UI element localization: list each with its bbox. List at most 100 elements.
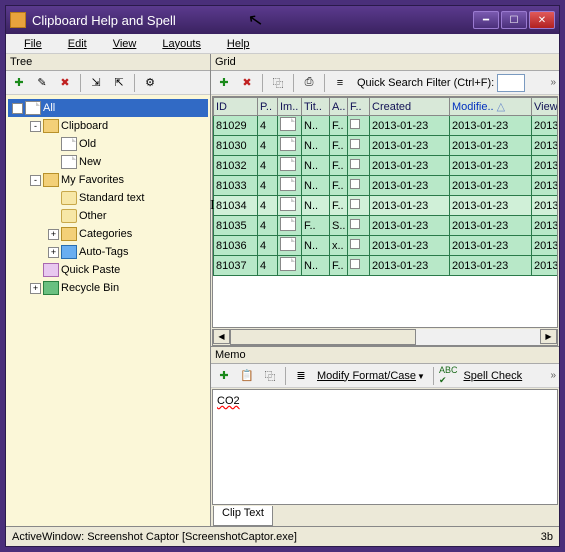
menu-file[interactable]: File	[12, 36, 54, 52]
cell[interactable]: F..	[302, 216, 330, 236]
cell[interactable]: 2013	[532, 156, 559, 176]
tree-gear-icon[interactable]: ⚙	[140, 73, 160, 93]
quick-search-input[interactable]	[497, 74, 525, 92]
grid-copy-icon[interactable]: ⿻	[268, 73, 288, 93]
grid-table[interactable]: IDP..Im..Tit..A..F..CreatedModifie.. △Vi…	[212, 96, 558, 328]
cell[interactable]: 2013-01-23	[370, 116, 450, 136]
cell[interactable]: N..	[302, 116, 330, 136]
cell[interactable]	[278, 216, 302, 236]
cell[interactable]: 4	[258, 216, 278, 236]
tree-item[interactable]: +Auto-Tags	[8, 243, 208, 261]
toolbar-overflow-icon[interactable]: »	[550, 77, 556, 88]
cell[interactable]: N..	[302, 196, 330, 216]
cell[interactable]: 2013-01-23	[450, 156, 532, 176]
cell[interactable]	[348, 236, 370, 256]
tree-item[interactable]: Standard text	[8, 189, 208, 207]
titlebar[interactable]: Clipboard Help and Spell ━ ☐ ✕	[6, 6, 559, 34]
cell[interactable]: F..	[330, 176, 348, 196]
cell[interactable]: 4	[258, 136, 278, 156]
table-row[interactable]: 810364N..x..2013-01-232013-01-232013	[214, 236, 559, 256]
checkbox[interactable]	[350, 159, 360, 169]
tree-expand-toggle[interactable]: +	[48, 247, 59, 258]
cell[interactable]: x..	[330, 236, 348, 256]
tree-expand-icon[interactable]: ⇲	[86, 73, 106, 93]
tree-item[interactable]: -All	[8, 99, 208, 117]
cell[interactable]: 2013-01-23	[370, 176, 450, 196]
checkbox[interactable]	[350, 139, 360, 149]
cell[interactable]: 81032	[214, 156, 258, 176]
tree-edit-icon[interactable]: ✎	[32, 73, 52, 93]
table-row[interactable]: 810344N..F..2013-01-232013-01-232013	[214, 196, 559, 216]
cell[interactable]: 81037	[214, 256, 258, 276]
col-header[interactable]: ID	[214, 98, 258, 116]
cell[interactable]	[278, 236, 302, 256]
tree-expand-toggle[interactable]: -	[30, 175, 41, 186]
cell[interactable]: F..	[330, 156, 348, 176]
cell[interactable]: 4	[258, 256, 278, 276]
cell[interactable]	[348, 136, 370, 156]
tree-expand-toggle[interactable]: +	[30, 283, 41, 294]
cell[interactable]	[348, 156, 370, 176]
col-header[interactable]: Created	[370, 98, 450, 116]
cell[interactable]: N..	[302, 176, 330, 196]
close-button[interactable]: ✕	[529, 11, 555, 29]
cell[interactable]: N..	[302, 156, 330, 176]
col-header[interactable]: F..	[348, 98, 370, 116]
cell[interactable]: 2013-01-23	[370, 256, 450, 276]
cell[interactable]: 2013	[532, 216, 559, 236]
checkbox[interactable]	[350, 219, 360, 229]
cell[interactable]: 2013-01-23	[450, 196, 532, 216]
checkbox[interactable]	[350, 239, 360, 249]
tree-item[interactable]: +Categories	[8, 225, 208, 243]
tree-new-icon[interactable]: ✚	[9, 73, 29, 93]
grid-print-icon[interactable]: ⎙	[299, 73, 319, 93]
cell[interactable]: 2013-01-23	[370, 196, 450, 216]
tree-collapse-icon[interactable]: ⇱	[109, 73, 129, 93]
tree-item[interactable]: Other	[8, 207, 208, 225]
cell[interactable]: 2013	[532, 176, 559, 196]
minimize-button[interactable]: ━	[473, 11, 499, 29]
scroll-left-icon[interactable]: ◀	[213, 329, 230, 344]
grid-new-icon[interactable]: ✚	[214, 73, 234, 93]
cell[interactable]: 4	[258, 156, 278, 176]
cell[interactable]: 4	[258, 116, 278, 136]
cell[interactable]: 2013	[532, 136, 559, 156]
grid-hscrollbar[interactable]: ◀ ▶	[212, 329, 558, 346]
cell[interactable]	[278, 196, 302, 216]
cell[interactable]: 2013	[532, 236, 559, 256]
table-row[interactable]: 810294N..F..2013-01-232013-01-232013	[214, 116, 559, 136]
cell[interactable]: 2013-01-23	[370, 136, 450, 156]
col-header[interactable]: Modifie.. △	[450, 98, 532, 116]
cell[interactable]: 81035	[214, 216, 258, 236]
grid-filter-icon[interactable]: ≡	[330, 73, 350, 93]
cell[interactable]: 4	[258, 236, 278, 256]
tree-item[interactable]: +Recycle Bin	[8, 279, 208, 297]
cell[interactable]: 81033	[214, 176, 258, 196]
spell-check-button[interactable]: Spell Check	[460, 370, 525, 382]
cell[interactable]: 2013	[532, 196, 559, 216]
cell[interactable]: F..	[330, 196, 348, 216]
memo-format-icon[interactable]: ≣	[291, 366, 311, 386]
scroll-right-icon[interactable]: ▶	[540, 329, 557, 344]
col-header[interactable]: A..	[330, 98, 348, 116]
cell[interactable]: 81034	[214, 196, 258, 216]
memo-new-icon[interactable]: ✚	[214, 366, 234, 386]
tree-expand-toggle[interactable]: -	[12, 103, 23, 114]
cell[interactable]: F..	[330, 116, 348, 136]
cell[interactable]: 81030	[214, 136, 258, 156]
table-row[interactable]: 810324N..F..2013-01-232013-01-232013	[214, 156, 559, 176]
cell[interactable]: 81029	[214, 116, 258, 136]
checkbox[interactable]	[350, 119, 360, 129]
cell[interactable]: S..	[330, 216, 348, 236]
cell[interactable]: N..	[302, 236, 330, 256]
memo-textarea[interactable]: CO2	[212, 389, 558, 505]
cell[interactable]: 2013-01-23	[450, 116, 532, 136]
cell[interactable]: N..	[302, 136, 330, 156]
tree-item[interactable]: New	[8, 153, 208, 171]
cell[interactable]	[348, 196, 370, 216]
cell[interactable]: 2013-01-23	[450, 236, 532, 256]
menu-edit[interactable]: Edit	[56, 36, 99, 52]
col-header[interactable]: Im..	[278, 98, 302, 116]
cell[interactable]: 2013-01-23	[450, 136, 532, 156]
cell[interactable]	[278, 256, 302, 276]
